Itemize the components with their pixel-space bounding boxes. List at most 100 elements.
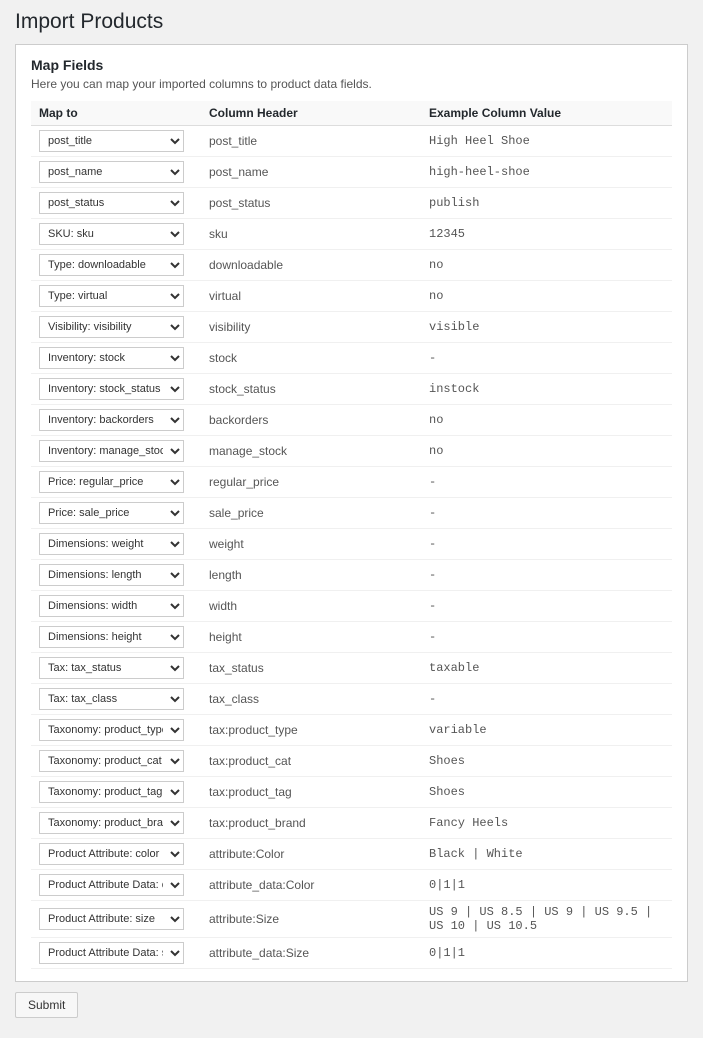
map-to-select-26[interactable]: Product Attribute Data: size [39, 942, 184, 964]
table-row: Product Attribute: color attribute:ColorB… [31, 839, 672, 870]
map-to-select-6[interactable]: Visibility: visibility [39, 316, 184, 338]
column-header-cell: regular_price [201, 467, 421, 498]
example-value-cell: - [421, 529, 672, 560]
section-title: Map Fields [31, 57, 672, 73]
map-to-select-7[interactable]: Inventory: stock [39, 347, 184, 369]
map-to-select-3[interactable]: SKU: sku [39, 223, 184, 245]
example-value-cell: taxable [421, 653, 672, 684]
example-value-cell: instock [421, 374, 672, 405]
map-to-select-24[interactable]: Product Attribute Data: color [39, 874, 184, 896]
map-to-select-15[interactable]: Dimensions: width [39, 595, 184, 617]
example-value-cell: variable [421, 715, 672, 746]
map-to-select-17[interactable]: Tax: tax_status [39, 657, 184, 679]
table-row: Dimensions: heightheight- [31, 622, 672, 653]
map-fields-section: Map Fields Here you can map your importe… [15, 44, 688, 982]
column-header-cell: tax_status [201, 653, 421, 684]
submit-button[interactable]: Submit [15, 992, 78, 1018]
example-value-cell: no [421, 250, 672, 281]
example-value-cell: - [421, 343, 672, 374]
map-to-select-25[interactable]: Product Attribute: size [39, 908, 184, 930]
section-desc: Here you can map your imported columns t… [31, 77, 672, 91]
table-row: Inventory: manage_stock manage_stockno [31, 436, 672, 467]
page-title: Import Products [15, 10, 688, 34]
example-value-cell: no [421, 436, 672, 467]
map-to-select-23[interactable]: Product Attribute: color [39, 843, 184, 865]
map-table: Map to Column Header Example Column Valu… [31, 101, 672, 969]
map-to-select-10[interactable]: Inventory: manage_stock [39, 440, 184, 462]
example-value-cell: - [421, 684, 672, 715]
table-row: Inventory: backorders backordersno [31, 405, 672, 436]
submit-section: Submit [15, 992, 688, 1018]
table-row: Type: downloadable downloadableno [31, 250, 672, 281]
table-row: Price: sale_pricesale_price- [31, 498, 672, 529]
table-row: Tax: tax_status tax_statustaxable [31, 653, 672, 684]
map-to-select-0[interactable]: post_title [39, 130, 184, 152]
map-to-select-11[interactable]: Price: regular_price [39, 471, 184, 493]
page-wrapper: Import Products Map Fields Here you can … [0, 0, 703, 1038]
table-row: Product Attribute Data: sizeattribute_da… [31, 938, 672, 969]
example-value-cell: 0|1|1 [421, 938, 672, 969]
column-header-cell: weight [201, 529, 421, 560]
column-header-cell: tax:product_brand [201, 808, 421, 839]
column-header-cell: virtual [201, 281, 421, 312]
column-header-cell: sku [201, 219, 421, 250]
map-to-select-5[interactable]: Type: virtual [39, 285, 184, 307]
column-header-cell: attribute:Color [201, 839, 421, 870]
example-value-cell: 12345 [421, 219, 672, 250]
table-row: Dimensions: weight weight- [31, 529, 672, 560]
table-row: Price: regular_price regular_price- [31, 467, 672, 498]
col-header-mapto: Map to [31, 101, 201, 126]
map-to-select-18[interactable]: Tax: tax_class [39, 688, 184, 710]
map-to-select-13[interactable]: Dimensions: weight [39, 533, 184, 555]
table-row: Type: virtualvirtualno [31, 281, 672, 312]
table-row: Inventory: stockstock- [31, 343, 672, 374]
table-row: Tax: tax_class tax_class- [31, 684, 672, 715]
map-to-select-16[interactable]: Dimensions: height [39, 626, 184, 648]
column-header-cell: post_name [201, 157, 421, 188]
example-value-cell: Shoes [421, 746, 672, 777]
map-to-select-8[interactable]: Inventory: stock_status [39, 378, 184, 400]
map-to-select-21[interactable]: Taxonomy: product_tag [39, 781, 184, 803]
example-value-cell: Black | White [421, 839, 672, 870]
example-value-cell: - [421, 498, 672, 529]
map-to-select-9[interactable]: Inventory: backorders [39, 409, 184, 431]
example-value-cell: 0|1|1 [421, 870, 672, 901]
table-row: post_statuspost_statuspublish [31, 188, 672, 219]
map-to-select-22[interactable]: Taxonomy: product_brand [39, 812, 184, 834]
column-header-cell: post_status [201, 188, 421, 219]
example-value-cell: no [421, 405, 672, 436]
map-to-select-2[interactable]: post_status [39, 192, 184, 214]
column-header-cell: visibility [201, 312, 421, 343]
example-value-cell: - [421, 591, 672, 622]
column-header-cell: attribute:Size [201, 901, 421, 938]
table-row: Taxonomy: product_typetax:product_typeva… [31, 715, 672, 746]
map-to-select-19[interactable]: Taxonomy: product_type [39, 719, 184, 741]
example-value-cell: High Heel Shoe [421, 126, 672, 157]
column-header-cell: post_title [201, 126, 421, 157]
table-row: Visibility: visibility visibilityvisible [31, 312, 672, 343]
map-to-select-12[interactable]: Price: sale_price [39, 502, 184, 524]
table-row: post_titlepost_titleHigh Heel Shoe [31, 126, 672, 157]
column-header-cell: height [201, 622, 421, 653]
column-header-cell: manage_stock [201, 436, 421, 467]
table-row: Dimensions: lengthlength- [31, 560, 672, 591]
col-header-example: Example Column Value [421, 101, 672, 126]
map-to-select-14[interactable]: Dimensions: length [39, 564, 184, 586]
column-header-cell: width [201, 591, 421, 622]
map-to-select-4[interactable]: Type: downloadable [39, 254, 184, 276]
example-value-cell: - [421, 467, 672, 498]
example-value-cell: visible [421, 312, 672, 343]
column-header-cell: attribute_data:Color [201, 870, 421, 901]
column-header-cell: downloadable [201, 250, 421, 281]
column-header-cell: tax:product_tag [201, 777, 421, 808]
example-value-cell: high-heel-shoe [421, 157, 672, 188]
map-to-select-20[interactable]: Taxonomy: product_cat [39, 750, 184, 772]
example-value-cell: Shoes [421, 777, 672, 808]
map-to-select-1[interactable]: post_name [39, 161, 184, 183]
column-header-cell: tax_class [201, 684, 421, 715]
column-header-cell: stock_status [201, 374, 421, 405]
col-header-column: Column Header [201, 101, 421, 126]
column-header-cell: backorders [201, 405, 421, 436]
table-row: Product Attribute: sizeattribute:SizeUS … [31, 901, 672, 938]
table-row: post_namepost_namehigh-heel-shoe [31, 157, 672, 188]
